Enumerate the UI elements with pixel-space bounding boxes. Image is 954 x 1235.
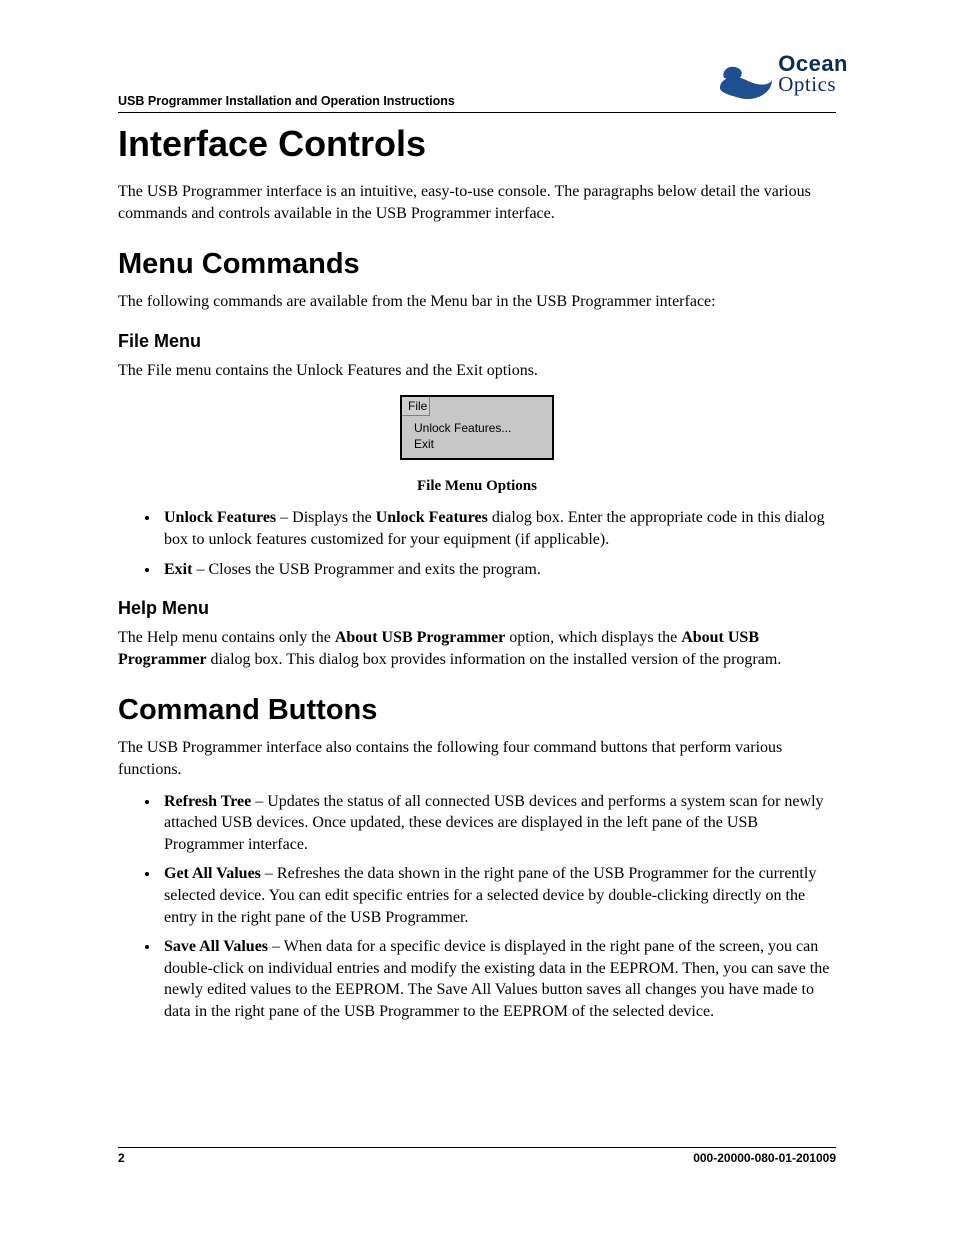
list-item: Exit – Closes the USB Programmer and exi…	[160, 559, 836, 581]
command-buttons-intro: The USB Programmer interface also contai…	[118, 737, 836, 780]
wave-icon	[718, 58, 774, 102]
help-menu-paragraph: The Help menu contains only the About US…	[118, 627, 836, 670]
menu-label-file: File	[402, 397, 430, 416]
page-number: 2	[118, 1151, 125, 1165]
bold-text: Get All Values	[164, 865, 261, 882]
file-menu-figure: File Unlock Features... Exit	[400, 395, 554, 460]
bold-text: Unlock Features	[376, 509, 488, 526]
text: dialog box. This dialog box provides inf…	[207, 651, 782, 668]
file-menu-intro: The File menu contains the Unlock Featur…	[118, 360, 836, 382]
text: option, which displays the	[505, 629, 681, 646]
document-number: 000-20000-080-01-201009	[693, 1151, 836, 1165]
heading-menu-commands: Menu Commands	[118, 248, 836, 281]
bold-text: Exit	[164, 561, 192, 578]
heading-command-buttons: Command Buttons	[118, 694, 836, 727]
file-menu-option-list: Unlock Features – Displays the Unlock Fe…	[160, 507, 836, 580]
header-rule	[118, 112, 836, 113]
heading-file-menu: File Menu	[118, 331, 836, 352]
list-item: Unlock Features – Displays the Unlock Fe…	[160, 507, 836, 550]
heading-help-menu: Help Menu	[118, 598, 836, 619]
text: – Refreshes the data shown in the right …	[164, 865, 816, 925]
running-title: USB Programmer Installation and Operatio…	[118, 94, 455, 108]
command-buttons-list: Refresh Tree – Updates the status of all…	[160, 791, 836, 1023]
brand-text-top: Ocean	[778, 54, 848, 74]
intro-paragraph: The USB Programmer interface is an intui…	[118, 181, 836, 224]
menu-item-exit: Exit	[402, 436, 552, 452]
bold-text: Refresh Tree	[164, 793, 251, 810]
brand-logo: Ocean Optics	[718, 52, 848, 108]
text: – Closes the USB Programmer and exits th…	[192, 561, 540, 578]
footer-rule	[118, 1147, 836, 1148]
text: The Help menu contains only the	[118, 629, 335, 646]
list-item: Get All Values – Refreshes the data show…	[160, 863, 836, 928]
menu-commands-intro: The following commands are available fro…	[118, 291, 836, 313]
bold-text: About USB Programmer	[335, 629, 505, 646]
document-page: USB Programmer Installation and Operatio…	[0, 0, 954, 1235]
heading-interface-controls: Interface Controls	[118, 123, 836, 165]
text: – Displays the	[276, 509, 376, 526]
list-item: Save All Values – When data for a specif…	[160, 936, 836, 1022]
bold-text: Save All Values	[164, 938, 268, 955]
figure-caption: File Menu Options	[118, 478, 836, 495]
bold-text: Unlock Features	[164, 509, 276, 526]
page-header: USB Programmer Installation and Operatio…	[118, 60, 836, 112]
menu-item-unlock: Unlock Features...	[402, 420, 552, 436]
brand-text-bottom: Optics	[778, 74, 848, 94]
text: – Updates the status of all connected US…	[164, 793, 824, 853]
list-item: Refresh Tree – Updates the status of all…	[160, 791, 836, 856]
page-footer: 2 000-20000-080-01-201009	[118, 1147, 836, 1165]
